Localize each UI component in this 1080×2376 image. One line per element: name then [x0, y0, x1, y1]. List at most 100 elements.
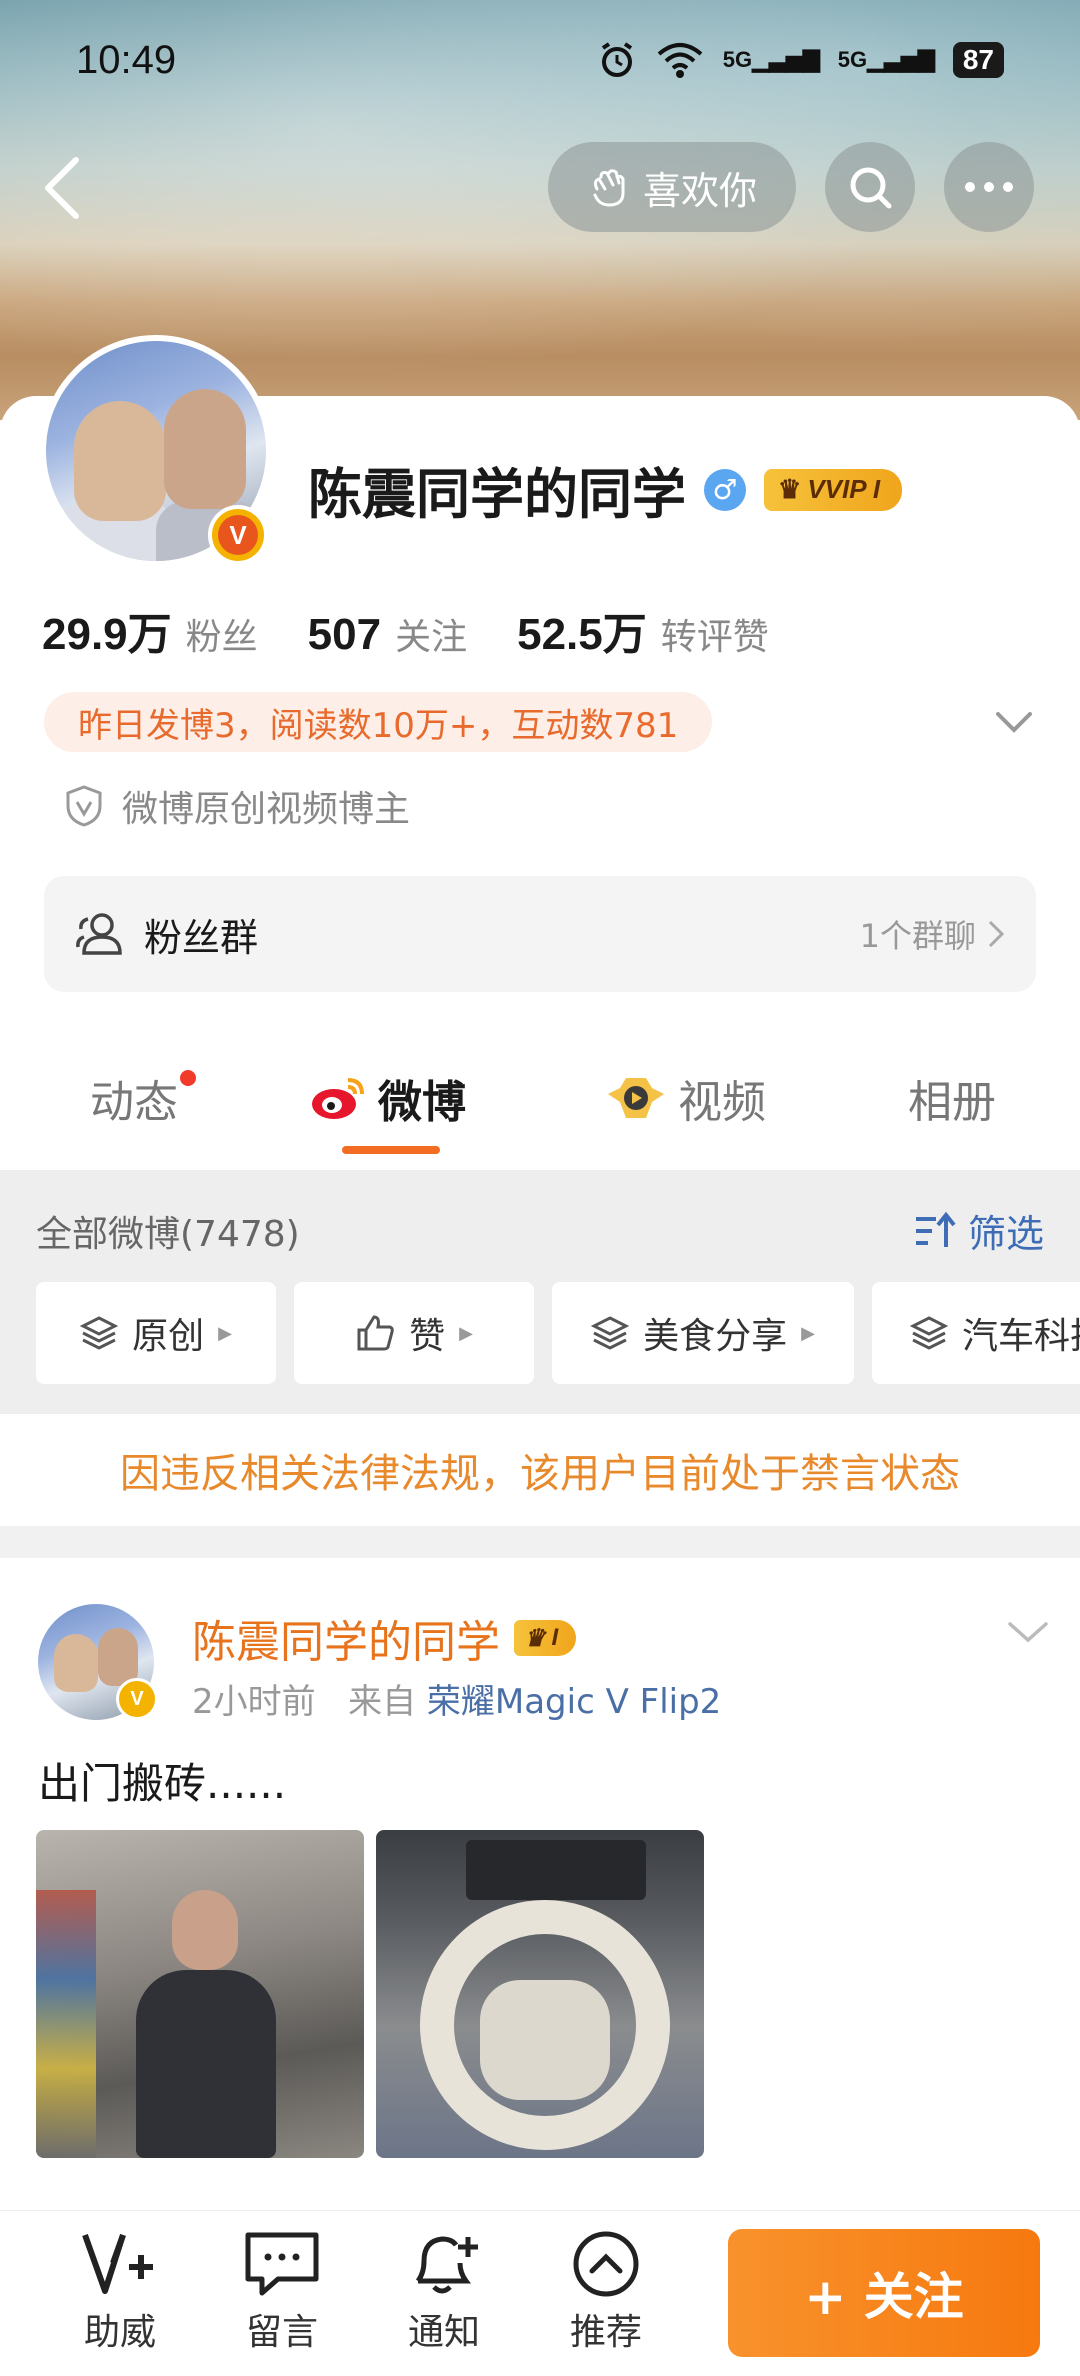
wifi-icon — [657, 43, 703, 78]
cheer-label: 助威 — [83, 2312, 156, 2353]
fan-group-count-label: 1个群聊 — [859, 917, 976, 955]
profile-name-row: 陈震同学的同学 ♂ ♛ VVIP I — [308, 450, 903, 529]
active-tab-indicator — [342, 1146, 440, 1154]
chevron-down-icon — [1008, 1622, 1048, 1643]
certification: 微博原创视频博主 — [64, 780, 410, 832]
tab-label: 动态 — [90, 1077, 178, 1128]
back-button[interactable] — [34, 152, 90, 224]
chevron-left-icon — [45, 157, 79, 219]
message-icon — [245, 2232, 319, 2296]
vip-badge[interactable]: ♛ VVIP I — [764, 468, 903, 511]
bottom-action-bar: 助威 留言 通知 推荐 + 关注 — [0, 2210, 1080, 2376]
crown-icon: ♛ — [524, 1624, 546, 1652]
cheer-button[interactable]: 助威 — [60, 2229, 180, 2355]
tab-album[interactable]: 相册 — [908, 1066, 996, 1130]
post-time: 2小时前 — [192, 1682, 316, 1722]
chip-label: 赞 — [409, 1316, 446, 1357]
profile-stats: 29.9万 粉丝 507 关注 52.5万 转评赞 — [42, 598, 819, 662]
stat-label: 粉丝 — [185, 617, 258, 658]
notification-dot — [180, 1070, 196, 1086]
post-author-name[interactable]: 陈震同学的同学 — [192, 1606, 500, 1670]
message-button[interactable]: 留言 — [222, 2229, 342, 2355]
vip-badge[interactable]: ♛ I — [514, 1620, 577, 1656]
vip-badge-label: VVIP I — [807, 474, 881, 504]
tab-label: 视频 — [678, 1077, 766, 1128]
fan-group-count: 1个群聊 — [860, 911, 1006, 957]
status-bar: 10:49 5G▁▃▅▇ 5G▁▃▅▇ 87 — [0, 0, 1080, 120]
stat-followers[interactable]: 29.9万 粉丝 — [42, 598, 258, 662]
profile-name: 陈震同学的同学 — [308, 463, 686, 526]
verified-badge-label: V — [218, 515, 258, 555]
search-icon — [850, 167, 892, 209]
like-you-label: 喜欢你 — [642, 168, 757, 213]
post-image-selfie[interactable] — [36, 1830, 364, 2158]
post-text: 出门搬砖...... — [38, 1759, 287, 1808]
signal-icon-2: 5G▁▃▅▇ — [837, 47, 935, 72]
post-from-label: 来自 — [348, 1682, 417, 1722]
message-label: 留言 — [245, 2312, 318, 2353]
post-device[interactable]: 荣耀Magic V Flip2 — [427, 1682, 721, 1722]
chip-label: 汽车科技 — [962, 1316, 1080, 1357]
tab-label: 相册 — [908, 1077, 996, 1128]
recommend-button[interactable]: 推荐 — [546, 2229, 666, 2355]
filter-button[interactable]: 筛选 — [914, 1203, 1044, 1258]
follow-button[interactable]: + 关注 — [728, 2229, 1040, 2357]
fan-group-row[interactable]: 粉丝群 1个群聊 — [44, 876, 1036, 992]
status-time: 10:49 — [76, 38, 177, 82]
stat-interactions[interactable]: 52.5万 转评赞 — [517, 598, 769, 662]
like-you-button[interactable]: 喜欢你 — [548, 142, 796, 232]
search-button[interactable] — [825, 142, 915, 232]
expand-button[interactable] — [992, 700, 1036, 744]
tab-label: 微博 — [378, 1077, 466, 1128]
chip-food[interactable]: 美食分享 ▶ — [552, 1282, 854, 1384]
status-icons: 5G▁▃▅▇ 5G▁▃▅▇ 87 — [597, 40, 1004, 80]
alarm-icon — [601, 42, 632, 77]
verified-badge-icon: V — [116, 1678, 158, 1720]
layers-icon — [591, 1316, 630, 1350]
stat-value: 507 — [307, 610, 382, 659]
post-image-steering-wheel[interactable] — [376, 1830, 704, 2158]
tab-weibo[interactable]: 微博 — [310, 1066, 466, 1130]
caret-right-icon: ▶ — [218, 1322, 232, 1344]
chip-like[interactable]: 赞 ▶ — [294, 1282, 534, 1384]
certification-label: 微博原创视频博主 — [122, 789, 411, 830]
all-posts-count: 全部微博(7478) — [36, 1214, 300, 1255]
profile-tabs: 动态 微博 视频 相册 — [0, 1040, 1080, 1170]
verified-badge-label: V — [130, 1687, 144, 1710]
stat-following[interactable]: 507 关注 — [308, 608, 467, 660]
notify-button[interactable]: 通知 — [384, 2229, 504, 2355]
crown-icon: ♛ — [778, 474, 802, 504]
cheer-icon — [82, 2233, 153, 2294]
caret-right-icon: ▶ — [459, 1322, 473, 1344]
signal-label-2: 5G — [837, 47, 868, 72]
tab-video[interactable]: 视频 — [606, 1066, 766, 1130]
chevron-right-icon — [988, 920, 1005, 948]
filter-icon — [916, 1211, 956, 1247]
caret-right-icon: ▶ — [801, 1322, 815, 1344]
stat-value: 52.5万 — [517, 610, 647, 659]
chip-label: 美食分享 — [643, 1316, 788, 1357]
activity-summary: 昨日发博3，阅读数10万+，互动数781 — [44, 692, 713, 752]
chip-auto-tech[interactable]: 汽车科技 — [872, 1282, 1080, 1384]
chip-label: 原创 — [132, 1316, 205, 1357]
battery-indicator: 87 — [952, 42, 1004, 78]
thumbs-up-icon — [357, 1315, 394, 1351]
more-button[interactable] — [944, 142, 1034, 232]
tab-dynamics[interactable]: 动态 — [90, 1066, 178, 1130]
bell-plus-icon — [415, 2236, 478, 2294]
layers-icon — [910, 1316, 948, 1350]
stat-value: 29.9万 — [42, 610, 172, 659]
chip-original[interactable]: 原创 ▶ — [36, 1282, 276, 1384]
notify-label: 通知 — [407, 2312, 480, 2353]
video-icon — [608, 1078, 664, 1118]
verified-badge-icon: V — [208, 505, 268, 565]
vip-badge-label: I — [551, 1624, 559, 1651]
more-icon — [965, 182, 1013, 192]
weibo-icon — [312, 1078, 364, 1119]
post-meta: 2小时前 来自 荣耀Magic V Flip2 — [192, 1674, 721, 1723]
section-divider — [0, 1526, 1080, 1558]
signal-icon: 5G▁▃▅▇ — [722, 47, 820, 72]
post-menu-button[interactable] — [1004, 1612, 1052, 1652]
stat-label: 转评赞 — [660, 617, 769, 658]
ban-notice: 因违反相关法律法规，该用户目前处于禁言状态 — [0, 1414, 1080, 1526]
